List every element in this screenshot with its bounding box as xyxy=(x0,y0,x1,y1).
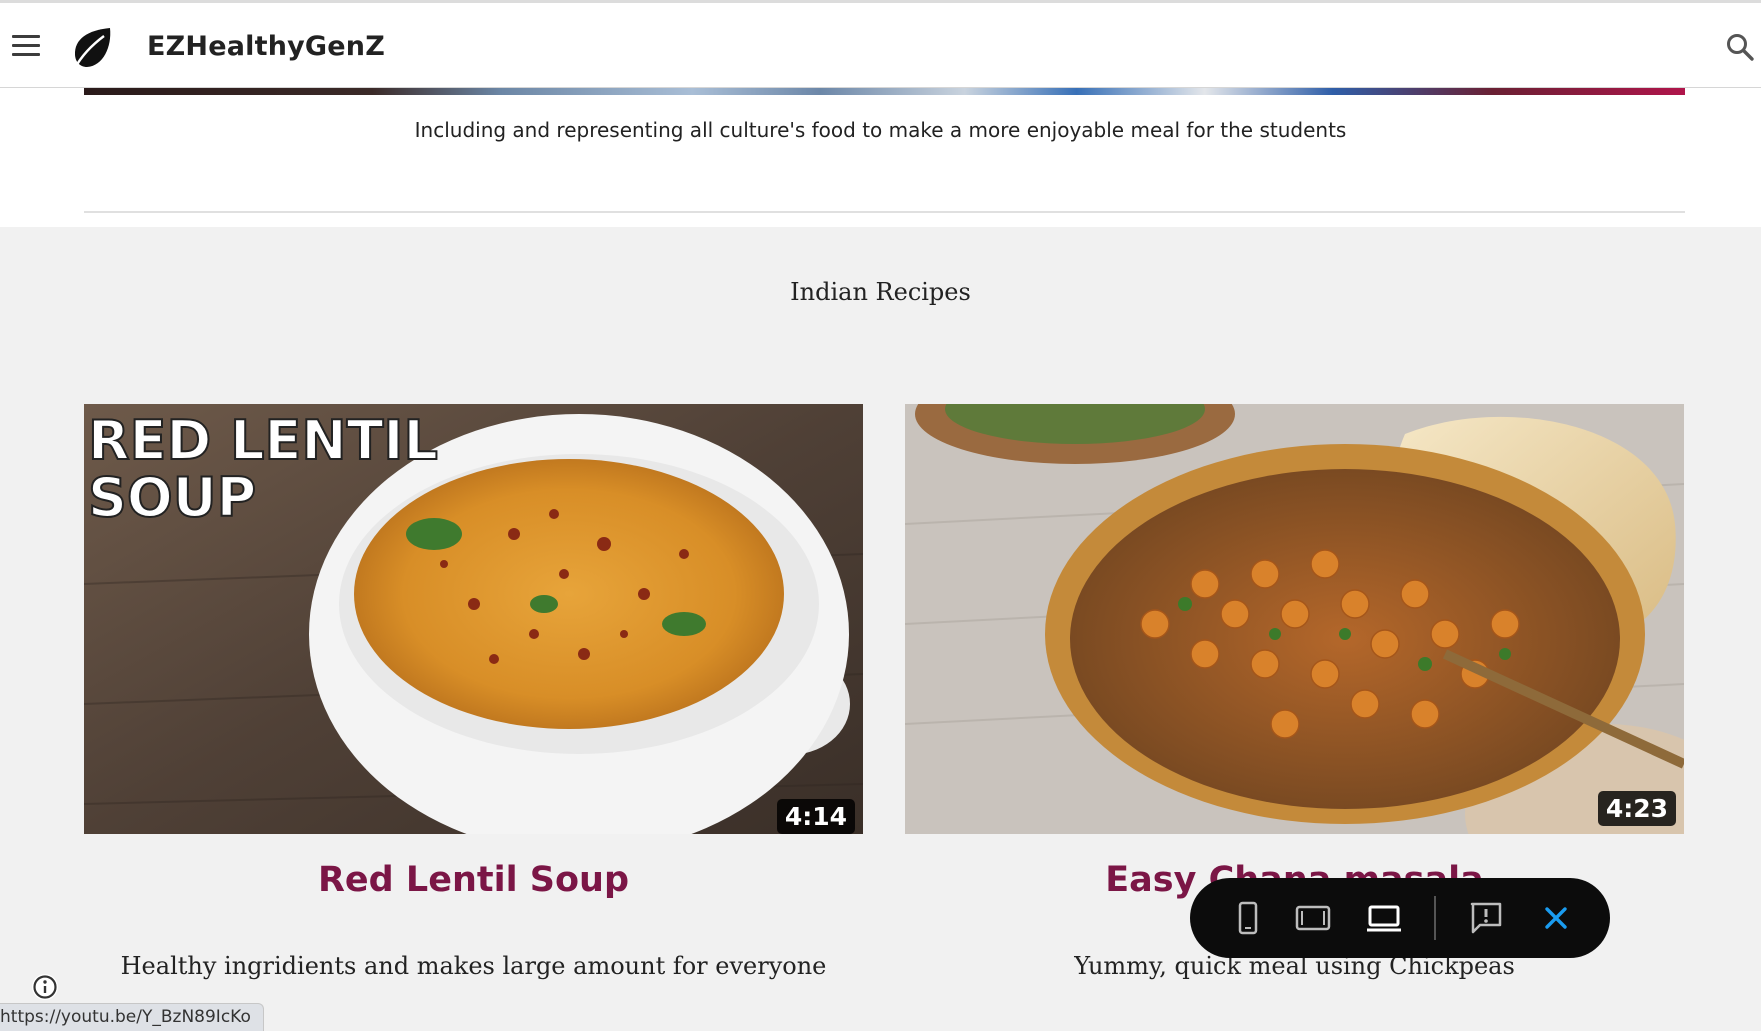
close-icon[interactable] xyxy=(1538,900,1574,936)
section-divider xyxy=(84,211,1685,213)
laptop-view-icon[interactable] xyxy=(1366,900,1402,936)
thumbnail-title-line2: SOUP xyxy=(88,466,256,529)
banner-image-edge xyxy=(84,87,1685,95)
video-title-red-lentil-soup[interactable]: Red Lentil Soup xyxy=(84,860,863,900)
leaf-icon[interactable] xyxy=(70,25,116,71)
site-title[interactable]: EZHealthyGenZ xyxy=(147,31,385,62)
video-thumbnail-red-lentil-soup[interactable]: RED LENTIL SOUP 4:14 xyxy=(84,404,863,834)
hamburger-menu-icon[interactable] xyxy=(12,35,40,57)
toolbar-separator xyxy=(1434,896,1436,940)
intro-section xyxy=(0,87,1761,227)
video-description-red-lentil-soup: Healthy ingridients and makes large amou… xyxy=(120,952,827,980)
search-icon[interactable] xyxy=(1725,32,1755,62)
intro-caption: Including and representing all culture's… xyxy=(414,118,1347,142)
video-duration-badge: 4:23 xyxy=(1597,791,1676,826)
info-icon[interactable] xyxy=(30,972,60,1002)
link-status-url: https://youtu.be/Y_BzN89IcKo xyxy=(0,1003,264,1031)
video-duration-badge: 4:14 xyxy=(776,799,855,834)
tablet-view-icon[interactable] xyxy=(1295,900,1331,936)
preview-device-toolbar xyxy=(1190,878,1610,958)
video-thumbnail-chana-masala[interactable]: 4:23 xyxy=(905,404,1684,834)
thumbnail-title-line1: RED LENTIL xyxy=(88,409,438,472)
site-header: EZHealthyGenZ xyxy=(0,3,1761,88)
phone-view-icon[interactable] xyxy=(1230,900,1266,936)
section-title: Indian Recipes xyxy=(790,278,971,306)
report-abuse-icon[interactable] xyxy=(1468,900,1504,936)
